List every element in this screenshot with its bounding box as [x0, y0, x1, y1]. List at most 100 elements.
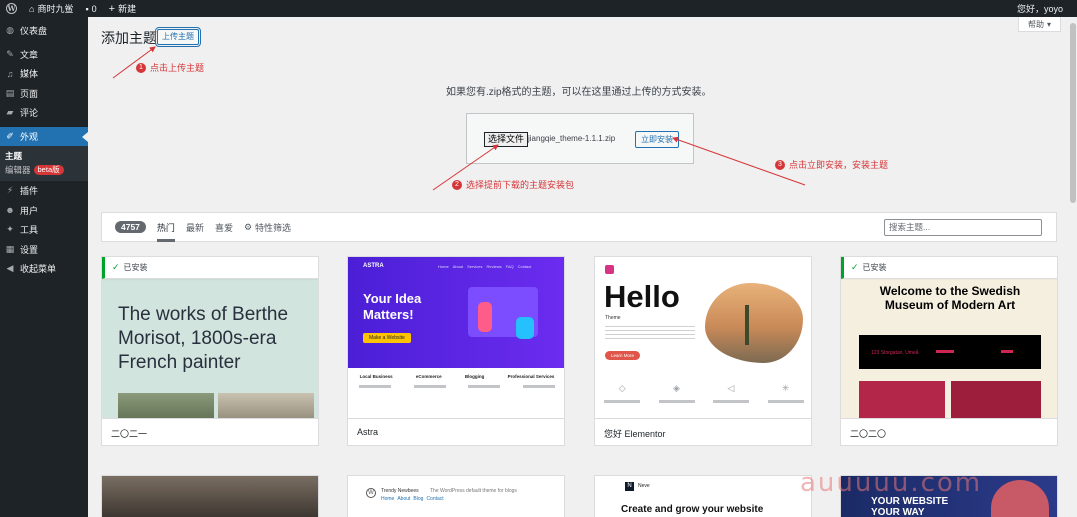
elementor-icon — [605, 265, 614, 274]
appearance-submenu: 主题 编辑器 beta版 — [0, 146, 88, 181]
theme-screenshot: The works of Berthe Morisot, 1800s-era F… — [102, 257, 318, 418]
page-icon: ▤ — [5, 87, 15, 98]
watermark: auuuuu.com — [800, 468, 983, 498]
page-title: 添加主题 — [101, 30, 157, 46]
upload-theme-button[interactable]: 上传主题 — [155, 27, 201, 47]
settings-icon: ▦ — [5, 243, 15, 254]
screenshot-tagline: The WordPress default theme for blogs — [430, 488, 517, 494]
sidebar-item-settings[interactable]: ▦ 设置 — [0, 240, 88, 260]
sidebar-item-users[interactable]: ☻ 用户 — [0, 201, 88, 221]
theme-card-twentytwentyone[interactable]: ✓ 已安装 The works of Berthe Morisot, 1800s-… — [101, 256, 319, 446]
sidebar-collapse-menu[interactable]: ◀ 收起菜单 — [0, 259, 88, 279]
tab-favorites[interactable]: 喜爱 — [215, 212, 233, 242]
sidebar-item-plugins[interactable]: ⚡ 插件 — [0, 181, 88, 201]
screenshot-brand: ASTRA — [363, 263, 384, 269]
user-icon: ☻ — [5, 205, 15, 216]
media-icon: ♫ — [6, 68, 14, 79]
comment-icon: ▪ — [85, 3, 89, 14]
neve-logo-icon: N — [625, 482, 634, 491]
theme-screenshot: Welcome to the Swedish Museum of Modern … — [841, 257, 1057, 418]
checkmark-icon: ✓ — [851, 262, 859, 272]
comments-link[interactable]: ▪ 0 — [79, 0, 102, 17]
screenshot-headline: Create and grow your website — [621, 504, 764, 515]
pin-icon: ✎ — [6, 48, 14, 59]
theme-card-neve[interactable]: N Neve Create and grow your website — [594, 475, 812, 517]
search-themes-input[interactable]: 搜索主题... — [884, 219, 1042, 236]
theme-screenshot: ASTRA Home About Services Reviews FAQ Contact… — [348, 257, 564, 418]
sidebar-item-media[interactable]: ♫ 媒体 — [0, 64, 88, 84]
theme-screenshot: Hello Theme Learn More ◇ ◈ ◁ ✳ — [595, 257, 811, 418]
screenshot-cta: Make a Website — [363, 333, 411, 343]
theme-card-hello-elementor[interactable]: Hello Theme Learn More ◇ ◈ ◁ ✳ 您好 Elementor — [594, 256, 812, 446]
annotation-1: 1 点击上传主题 — [136, 61, 204, 74]
wordpress-icon: W — [366, 488, 376, 498]
sidebar-item-dashboard[interactable]: ◍ 仪表盘 — [0, 21, 88, 41]
theme-name: 二〇二一 — [102, 418, 318, 445]
caret-down-icon: ▾ — [1046, 19, 1051, 29]
screenshot-image — [705, 283, 803, 363]
tab-latest[interactable]: 最新 — [186, 212, 204, 242]
collapse-icon: ◀ — [6, 263, 14, 274]
theme-screenshot: W Trendy Newbees The WordPress default t… — [348, 476, 564, 517]
annotation-2: 2 选择提前下载的主题安装包 — [452, 178, 574, 191]
page-scrollbar[interactable] — [1069, 17, 1077, 517]
theme-card-twentytwenty[interactable]: ✓ 已安装 Welcome to the Swedish Museum of Mo… — [840, 256, 1058, 446]
theme-card-astra[interactable]: ASTRA Home About Services Reviews FAQ Contact… — [347, 256, 565, 446]
sidebar-item-comments[interactable]: ▰ 评论 — [0, 103, 88, 123]
checkmark-icon: ✓ — [112, 262, 120, 272]
screenshot-address: 123 Storgatan, Umeå — [871, 350, 919, 356]
sidebar-item-appearance[interactable]: ✐ 外观 — [0, 126, 88, 146]
screenshot-headline: The works of Berthe Morisot, 1800s-era F… — [118, 304, 289, 373]
wp-logo-menu[interactable]: W — [0, 0, 23, 17]
screenshot-headline: Welcome to the Swedish Museum of Modern … — [879, 284, 1021, 312]
upload-description: 如果您有.zip格式的主题，可以在这里通过上传的方式安装。 — [446, 87, 712, 98]
plugin-icon: ⚡ — [6, 185, 14, 196]
upload-form: 选择文件 jiangqie_theme-1.1.1.zip 立即安装 — [466, 113, 694, 164]
theme-screenshot — [102, 476, 318, 517]
dashboard-icon: ◍ — [6, 25, 14, 36]
beta-badge: beta版 — [33, 165, 64, 175]
screenshot-site-name: Trendy Newbees — [381, 488, 419, 494]
theme-card[interactable] — [101, 475, 319, 517]
home-icon: ⌂ — [29, 3, 35, 14]
sidebar-item-pages[interactable]: ▤ 页面 — [0, 84, 88, 104]
sidebar-item-posts[interactable]: ✎ 文章 — [0, 45, 88, 65]
theme-card[interactable]: W Trendy Newbees The WordPress default t… — [347, 475, 565, 517]
submenu-item-themes[interactable]: 主题 — [0, 149, 88, 163]
selected-file-name: jiangqie_theme-1.1.1.zip — [528, 134, 616, 143]
screenshot-brand: Neve — [638, 483, 650, 489]
theme-name: Astra — [348, 418, 564, 445]
theme-name: 二〇二〇 — [841, 418, 1057, 445]
screenshot-subtitle: Theme — [605, 315, 621, 321]
plus-icon: + — [108, 2, 116, 15]
installed-notice: ✓ 已安装 — [102, 257, 318, 279]
help-tab-button[interactable]: 帮助 ▾ — [1018, 17, 1061, 32]
screenshot-features: Local Business eCommerce Blogging Professio… — [359, 374, 555, 379]
theme-name: 您好 Elementor — [595, 418, 811, 445]
site-name-link[interactable]: ⌂ 商时九鲎 — [23, 0, 79, 17]
theme-screenshot: N Neve Create and grow your website — [595, 476, 811, 517]
wordpress-icon: W — [6, 3, 17, 14]
screenshot-image — [118, 393, 214, 418]
installed-notice: ✓ 已安装 — [841, 257, 1057, 279]
submenu-item-editor[interactable]: 编辑器 beta版 — [0, 163, 88, 177]
install-now-button[interactable]: 立即安装 — [635, 131, 679, 148]
comment-icon: ▰ — [6, 107, 14, 118]
sidebar-item-tools[interactable]: ✦ 工具 — [0, 220, 88, 240]
annotation-3: 3 点击立即安装，安装主题 — [775, 158, 888, 171]
screenshot-image — [218, 393, 314, 418]
choose-file-button[interactable]: 选择文件 — [484, 132, 529, 147]
main-content: 添加主题 上传主题 帮助 ▾ 1 点击上传主题 如果您有.zip格式的主题，可以在这… — [88, 17, 1077, 517]
brush-icon: ✐ — [6, 130, 14, 141]
screenshot-headline: YOUR WEBSITE YOUR WAY — [871, 496, 949, 517]
admin-bar: W ⌂ 商时九鲎 ▪ 0 + 新建 您好，yoyo — [0, 0, 1077, 17]
scrollbar-thumb[interactable] — [1070, 23, 1076, 203]
new-content-link[interactable]: + 新建 — [103, 0, 142, 17]
screenshot-cta: Learn More — [605, 351, 641, 360]
screenshot-nav: Home About Services Reviews FAQ Contact — [438, 264, 532, 269]
account-menu[interactable]: 您好，yoyo — [1011, 0, 1077, 17]
screenshot-nav: Home About Blog Contact — [381, 496, 444, 502]
admin-sidebar: ◍ 仪表盘 ✎ 文章 ♫ 媒体 ▤ 页面 ▰ 评论 ✐ 外观 主题 编辑器 beta版 ⚡ 插件… — [0, 17, 88, 517]
tab-popular[interactable]: 热门 — [156, 212, 175, 242]
feature-filter-button[interactable]: ⚙ 特性筛选 — [244, 212, 291, 242]
